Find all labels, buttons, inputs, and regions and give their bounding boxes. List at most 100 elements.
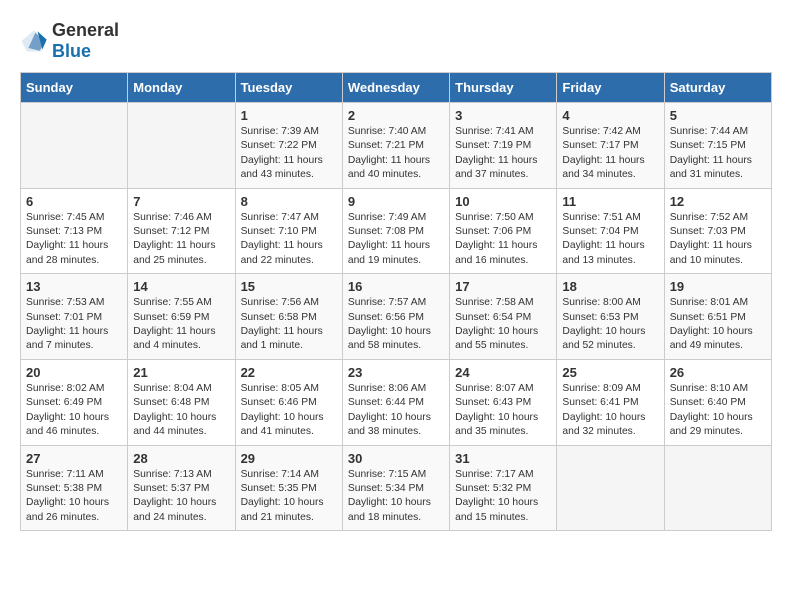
- day-number: 30: [348, 451, 444, 466]
- day-cell: 2 Sunrise: 7:40 AM Sunset: 7:21 PM Daylig…: [342, 103, 449, 189]
- day-info: Sunrise: 7:47 AM Sunset: 7:10 PM Dayligh…: [241, 211, 337, 269]
- day-info: Sunrise: 7:56 AM Sunset: 6:58 PM Dayligh…: [241, 296, 337, 354]
- week-row-4: 20 Sunrise: 8:02 AM Sunset: 6:49 PM Dayli…: [21, 359, 772, 445]
- day-info: Sunrise: 7:15 AM Sunset: 5:34 PM Dayligh…: [348, 468, 444, 526]
- day-number: 8: [241, 194, 337, 209]
- day-cell: 14Sunrise: 7:55 AM Sunset: 6:59 PM Dayli…: [128, 274, 235, 360]
- day-number: 23: [348, 365, 444, 380]
- calendar-header-row: SundayMondayTuesdayWednesdayThursdayFrid…: [21, 73, 772, 103]
- logo-icon: [20, 27, 48, 55]
- day-cell: 31 Sunrise: 7:17 AM Sunset: 5:32 PM Dayli…: [450, 445, 557, 531]
- day-info: Sunrise: 7:42 AM Sunset: 7:17 PM Dayligh…: [562, 125, 658, 183]
- day-number: 6: [26, 194, 122, 209]
- day-info: Sunrise: 7:45 AM Sunset: 7:13 PM Dayligh…: [26, 211, 122, 269]
- day-info: Sunrise: 7:40 AM Sunset: 7:21 PM Dayligh…: [348, 125, 444, 183]
- day-cell: 6 Sunrise: 7:45 AM Sunset: 7:13 PM Daylig…: [21, 188, 128, 274]
- day-number: 3: [455, 108, 551, 123]
- day-number: 17: [455, 279, 551, 294]
- day-cell: [557, 445, 664, 531]
- logo-blue-text: Blue: [52, 41, 91, 61]
- logo-general-text: General: [52, 20, 119, 40]
- day-number: 26: [670, 365, 766, 380]
- day-info: Sunrise: 7:50 AM Sunset: 7:06 PM Dayligh…: [455, 211, 551, 269]
- day-cell: 23 Sunrise: 8:06 AM Sunset: 6:44 PM Dayli…: [342, 359, 449, 445]
- day-number: 29: [241, 451, 337, 466]
- day-number: 13: [26, 279, 122, 294]
- day-number: 31: [455, 451, 551, 466]
- day-info: Sunrise: 7:41 AM Sunset: 7:19 PM Dayligh…: [455, 125, 551, 183]
- day-info: Sunrise: 7:51 AM Sunset: 7:04 PM Dayligh…: [562, 211, 658, 269]
- day-info: Sunrise: 8:05 AM Sunset: 6:46 PM Dayligh…: [241, 382, 337, 440]
- day-number: 7: [133, 194, 229, 209]
- day-number: 15: [241, 279, 337, 294]
- day-cell: 16Sunrise: 7:57 AM Sunset: 6:56 PM Dayli…: [342, 274, 449, 360]
- day-number: 2: [348, 108, 444, 123]
- week-row-2: 6 Sunrise: 7:45 AM Sunset: 7:13 PM Daylig…: [21, 188, 772, 274]
- day-number: 18: [562, 279, 658, 294]
- day-number: 12: [670, 194, 766, 209]
- day-info: Sunrise: 7:39 AM Sunset: 7:22 PM Dayligh…: [241, 125, 337, 183]
- day-cell: [21, 103, 128, 189]
- day-info: Sunrise: 8:02 AM Sunset: 6:49 PM Dayligh…: [26, 382, 122, 440]
- week-row-5: 27Sunrise: 7:11 AM Sunset: 5:38 PM Dayli…: [21, 445, 772, 531]
- column-header-thursday: Thursday: [450, 73, 557, 103]
- day-cell: 24Sunrise: 8:07 AM Sunset: 6:43 PM Dayli…: [450, 359, 557, 445]
- column-header-friday: Friday: [557, 73, 664, 103]
- page-header: General Blue: [20, 20, 772, 62]
- day-number: 19: [670, 279, 766, 294]
- calendar-table: SundayMondayTuesdayWednesdayThursdayFrid…: [20, 72, 772, 531]
- day-number: 5: [670, 108, 766, 123]
- day-cell: 22 Sunrise: 8:05 AM Sunset: 6:46 PM Dayli…: [235, 359, 342, 445]
- day-info: Sunrise: 8:09 AM Sunset: 6:41 PM Dayligh…: [562, 382, 658, 440]
- day-cell: 25 Sunrise: 8:09 AM Sunset: 6:41 PM Dayli…: [557, 359, 664, 445]
- day-number: 22: [241, 365, 337, 380]
- day-number: 11: [562, 194, 658, 209]
- day-cell: 26Sunrise: 8:10 AM Sunset: 6:40 PM Dayli…: [664, 359, 771, 445]
- day-info: Sunrise: 8:00 AM Sunset: 6:53 PM Dayligh…: [562, 296, 658, 354]
- day-cell: 28 Sunrise: 7:13 AM Sunset: 5:37 PM Dayli…: [128, 445, 235, 531]
- day-cell: 17 Sunrise: 7:58 AM Sunset: 6:54 PM Dayli…: [450, 274, 557, 360]
- day-number: 20: [26, 365, 122, 380]
- day-info: Sunrise: 7:13 AM Sunset: 5:37 PM Dayligh…: [133, 468, 229, 526]
- day-cell: 27Sunrise: 7:11 AM Sunset: 5:38 PM Dayli…: [21, 445, 128, 531]
- day-cell: 21Sunrise: 8:04 AM Sunset: 6:48 PM Dayli…: [128, 359, 235, 445]
- day-cell: 10 Sunrise: 7:50 AM Sunset: 7:06 PM Dayli…: [450, 188, 557, 274]
- day-info: Sunrise: 7:53 AM Sunset: 7:01 PM Dayligh…: [26, 296, 122, 354]
- day-cell: 30 Sunrise: 7:15 AM Sunset: 5:34 PM Dayli…: [342, 445, 449, 531]
- day-cell: 15 Sunrise: 7:56 AM Sunset: 6:58 PM Dayli…: [235, 274, 342, 360]
- logo: General Blue: [20, 20, 119, 62]
- day-cell: 1 Sunrise: 7:39 AM Sunset: 7:22 PM Daylig…: [235, 103, 342, 189]
- day-cell: 29 Sunrise: 7:14 AM Sunset: 5:35 PM Dayli…: [235, 445, 342, 531]
- day-number: 10: [455, 194, 551, 209]
- day-number: 28: [133, 451, 229, 466]
- day-info: Sunrise: 7:49 AM Sunset: 7:08 PM Dayligh…: [348, 211, 444, 269]
- column-header-wednesday: Wednesday: [342, 73, 449, 103]
- day-cell: 18 Sunrise: 8:00 AM Sunset: 6:53 PM Dayli…: [557, 274, 664, 360]
- day-info: Sunrise: 7:58 AM Sunset: 6:54 PM Dayligh…: [455, 296, 551, 354]
- day-number: 25: [562, 365, 658, 380]
- column-header-sunday: Sunday: [21, 73, 128, 103]
- day-info: Sunrise: 8:06 AM Sunset: 6:44 PM Dayligh…: [348, 382, 444, 440]
- day-number: 4: [562, 108, 658, 123]
- column-header-monday: Monday: [128, 73, 235, 103]
- day-info: Sunrise: 8:01 AM Sunset: 6:51 PM Dayligh…: [670, 296, 766, 354]
- day-cell: 8 Sunrise: 7:47 AM Sunset: 7:10 PM Daylig…: [235, 188, 342, 274]
- day-cell: 4 Sunrise: 7:42 AM Sunset: 7:17 PM Daylig…: [557, 103, 664, 189]
- day-cell: 11 Sunrise: 7:51 AM Sunset: 7:04 PM Dayli…: [557, 188, 664, 274]
- column-header-tuesday: Tuesday: [235, 73, 342, 103]
- day-cell: 3 Sunrise: 7:41 AM Sunset: 7:19 PM Daylig…: [450, 103, 557, 189]
- day-info: Sunrise: 7:14 AM Sunset: 5:35 PM Dayligh…: [241, 468, 337, 526]
- day-cell: 20 Sunrise: 8:02 AM Sunset: 6:49 PM Dayli…: [21, 359, 128, 445]
- day-info: Sunrise: 7:44 AM Sunset: 7:15 PM Dayligh…: [670, 125, 766, 183]
- day-cell: 19 Sunrise: 8:01 AM Sunset: 6:51 PM Dayli…: [664, 274, 771, 360]
- day-number: 27: [26, 451, 122, 466]
- day-cell: 13 Sunrise: 7:53 AM Sunset: 7:01 PM Dayli…: [21, 274, 128, 360]
- day-info: Sunrise: 7:55 AM Sunset: 6:59 PM Dayligh…: [133, 296, 229, 354]
- day-cell: 12Sunrise: 7:52 AM Sunset: 7:03 PM Dayli…: [664, 188, 771, 274]
- week-row-1: 1 Sunrise: 7:39 AM Sunset: 7:22 PM Daylig…: [21, 103, 772, 189]
- day-info: Sunrise: 7:17 AM Sunset: 5:32 PM Dayligh…: [455, 468, 551, 526]
- week-row-3: 13 Sunrise: 7:53 AM Sunset: 7:01 PM Dayli…: [21, 274, 772, 360]
- day-number: 1: [241, 108, 337, 123]
- day-number: 9: [348, 194, 444, 209]
- day-number: 24: [455, 365, 551, 380]
